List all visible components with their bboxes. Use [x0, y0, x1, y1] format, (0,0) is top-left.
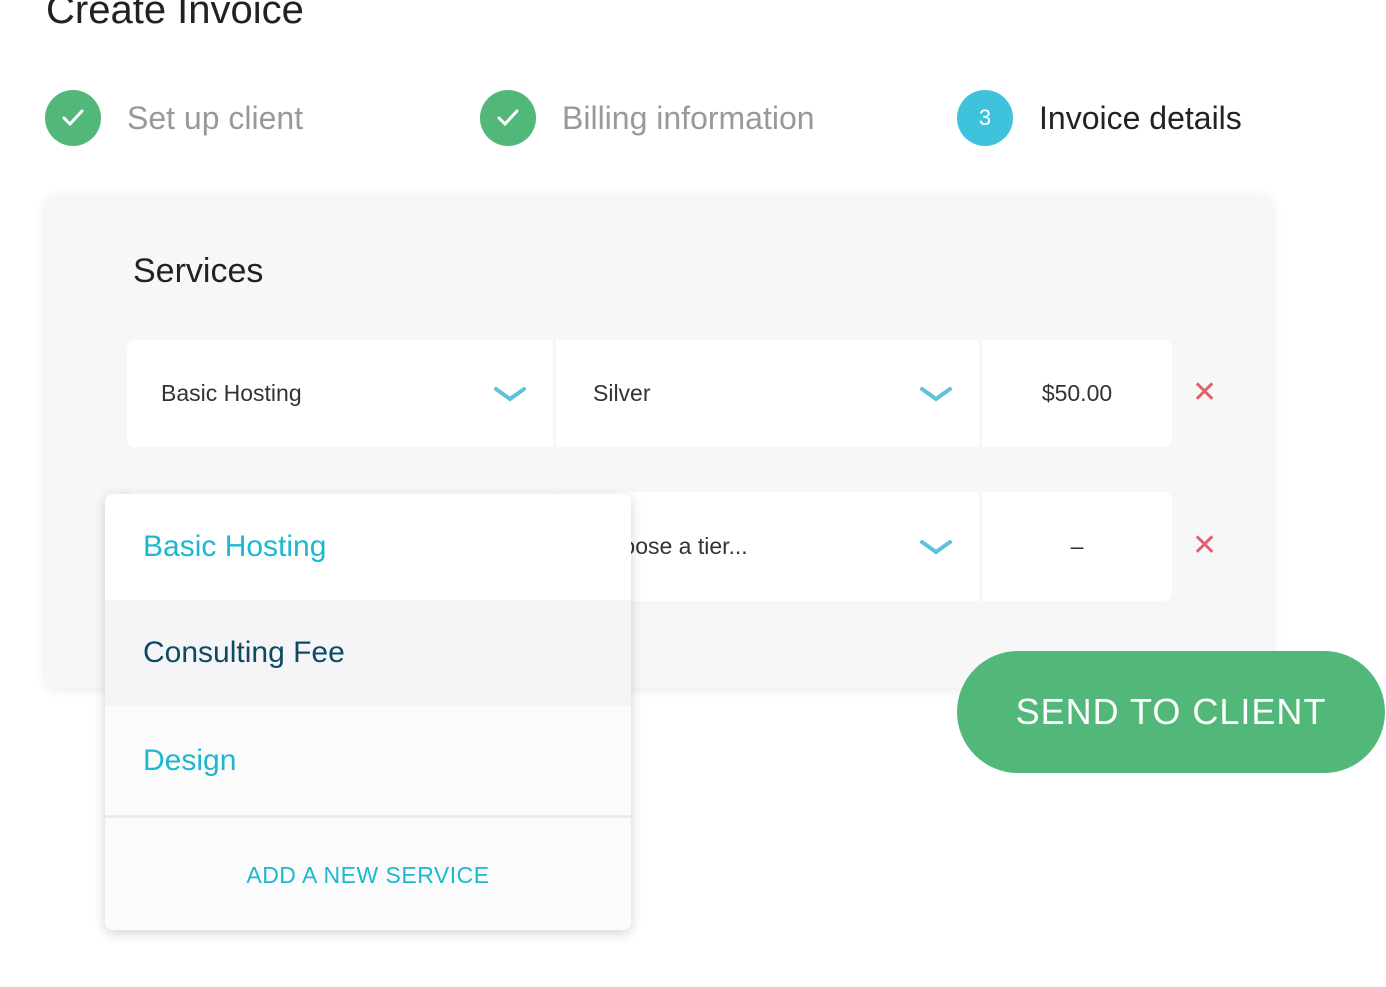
step-label: Set up client	[127, 99, 304, 136]
check-icon	[480, 90, 536, 146]
step-set-up-client[interactable]: Set up client	[45, 90, 303, 146]
dropdown-option-consulting-fee[interactable]: Consulting Fee	[105, 600, 631, 706]
tier-value: Silver	[593, 380, 651, 406]
price-field: –	[982, 492, 1172, 601]
dropdown-option-design[interactable]: Design	[105, 706, 631, 815]
chevron-down-icon	[920, 539, 952, 554]
step-invoice-details[interactable]: 3 Invoice details	[957, 90, 1242, 146]
services-heading: Services	[133, 252, 264, 290]
step-label: Billing information	[562, 99, 815, 136]
page-title: Create Invoice	[46, 0, 304, 32]
tier-select[interactable]: Silver	[556, 340, 979, 447]
chevron-down-icon	[494, 386, 526, 401]
send-to-client-button[interactable]: SEND TO CLIENT	[957, 651, 1385, 773]
step-number: 3	[957, 90, 1013, 146]
service-select[interactable]: Basic Hosting	[127, 340, 553, 447]
add-new-service-button[interactable]: ADD A NEW SERVICE	[105, 818, 631, 930]
chevron-down-icon	[920, 386, 952, 401]
service-value: Basic Hosting	[161, 380, 302, 406]
dropdown-option-basic-hosting[interactable]: Basic Hosting	[105, 494, 631, 600]
price-field: $50.00	[982, 340, 1172, 447]
service-dropdown-menu: Basic Hosting Consulting Fee Design ADD …	[105, 494, 631, 930]
step-billing-information[interactable]: Billing information	[480, 90, 815, 146]
remove-row-icon[interactable]: ✕	[1192, 528, 1217, 563]
remove-row-icon[interactable]: ✕	[1192, 375, 1217, 410]
step-label: Invoice details	[1039, 99, 1242, 136]
check-icon	[45, 90, 101, 146]
